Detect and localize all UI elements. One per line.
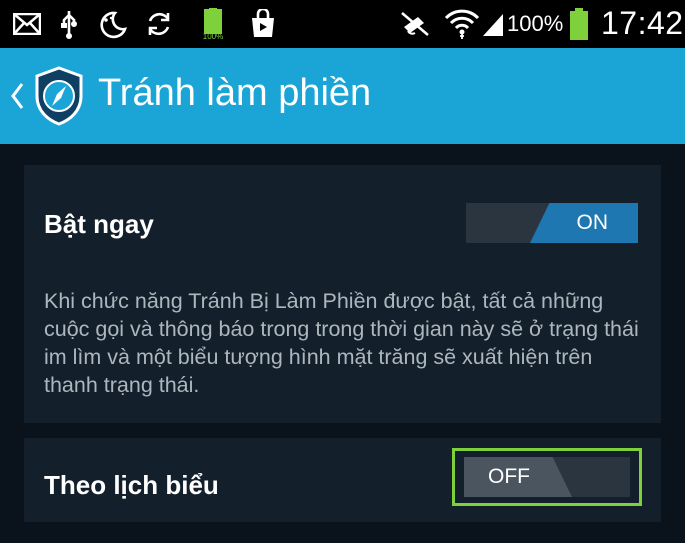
- android-battery-icon: 100%: [196, 8, 230, 40]
- battery-icon: [568, 8, 590, 40]
- sync-icon: [144, 8, 174, 40]
- schedule-toggle[interactable]: OFF: [464, 457, 630, 497]
- shopping-bag-icon: [248, 8, 278, 40]
- wifi-icon: [444, 8, 480, 40]
- schedule-toggle-highlight: OFF: [452, 448, 642, 506]
- toggle-on-text: ON: [576, 211, 609, 234]
- svg-text:100%: 100%: [203, 32, 223, 40]
- clock: 17:42: [601, 5, 684, 41]
- chevron-left-icon[interactable]: [10, 80, 24, 112]
- schedule-label: Theo lịch biểu: [44, 470, 219, 500]
- shield-compass-icon[interactable]: [34, 66, 84, 126]
- mail-icon: [12, 8, 42, 40]
- action-bar: Tránh làm phiền: [0, 48, 685, 144]
- schedule-card: Theo lịch biểu OFF: [24, 438, 661, 522]
- page-title: Tránh làm phiền: [98, 72, 372, 114]
- enable-now-toggle[interactable]: ON: [466, 203, 638, 243]
- signal-icon: [480, 8, 506, 40]
- enable-now-card: Bật ngay ON Khi chức năng Tránh Bị Làm P…: [24, 165, 661, 423]
- toggle-off-text: OFF: [488, 465, 530, 488]
- status-bar: 100% 100% 17:42: [0, 0, 685, 48]
- enable-now-label: Bật ngay: [44, 209, 154, 239]
- battery-percent: 100%: [507, 11, 564, 36]
- usb-icon: [56, 8, 82, 40]
- enable-now-description: Khi chức năng Tránh Bị Làm Phiền được bậ…: [44, 289, 639, 397]
- mute-icon: [398, 8, 432, 40]
- night-mode-icon: [95, 8, 131, 40]
